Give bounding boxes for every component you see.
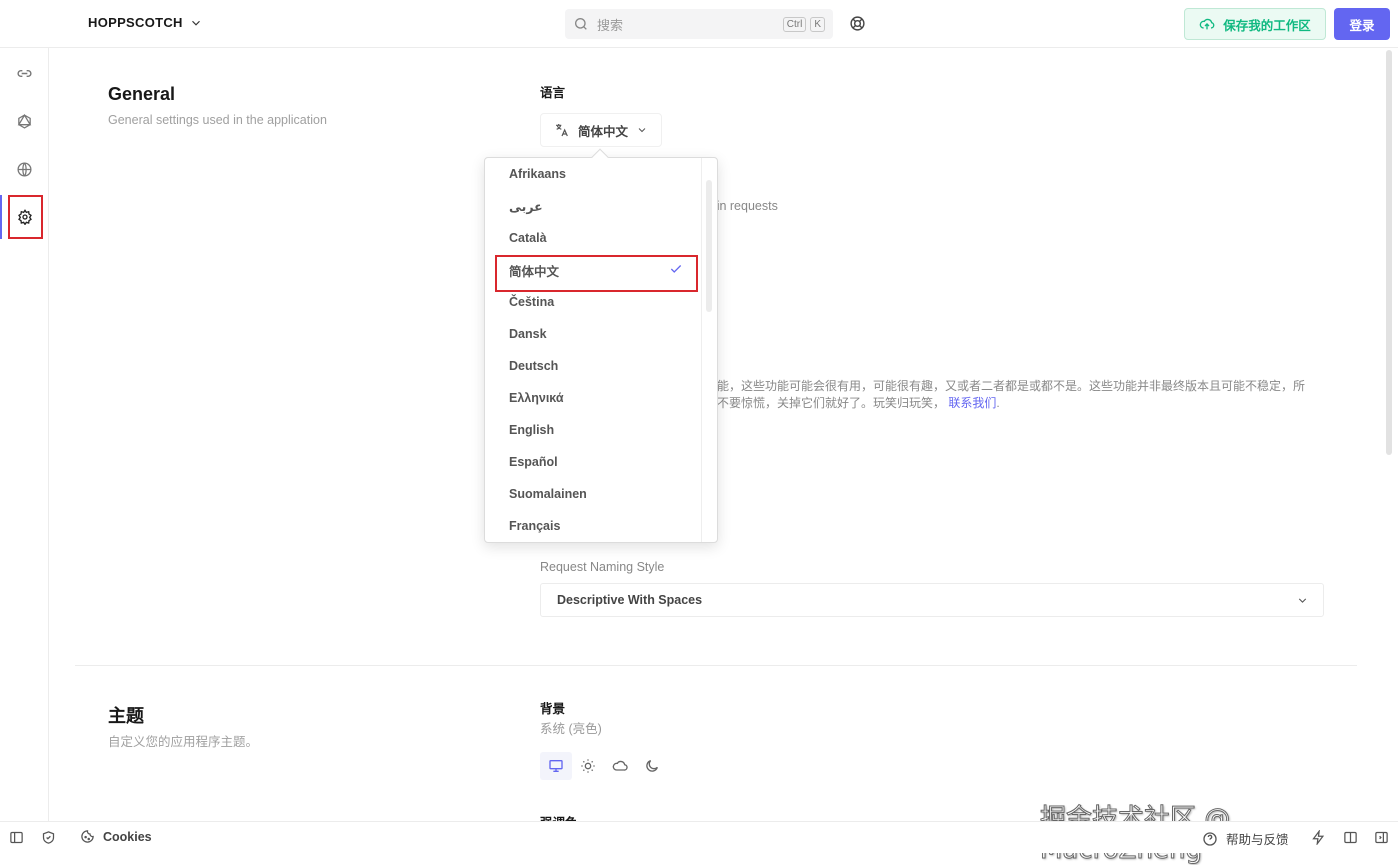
language-option[interactable]: Dansk	[485, 318, 701, 350]
background-label: 背景	[540, 702, 566, 716]
theme-options	[540, 752, 668, 780]
language-option[interactable]: Deutsch	[485, 350, 701, 382]
language-dropdown: Afrikaans عربى Català 简体中文 Čeština Dansk…	[484, 157, 718, 543]
graphql-icon	[17, 113, 32, 129]
lifebuoy-icon	[850, 16, 865, 31]
naming-style-select[interactable]: Descriptive With Spaces	[540, 583, 1324, 617]
kbd-ctrl: Ctrl	[782, 16, 807, 32]
main-scrollbar[interactable]	[1386, 50, 1392, 455]
app-header: HOPPSCOTCH 搜索 Ctrl K 保存我的工作区 登录	[0, 0, 1398, 48]
section-divider	[75, 665, 1357, 666]
language-option[interactable]: Suomalainen	[485, 478, 701, 510]
footer-bar: Cookies 帮助与反馈	[0, 821, 1398, 853]
sidebar-rail	[0, 48, 49, 821]
language-option[interactable]: Català	[485, 222, 701, 254]
shield-check-icon	[42, 831, 55, 844]
shortcuts-button[interactable]	[1311, 828, 1326, 848]
moon-icon	[646, 760, 658, 772]
theme-cloud-button[interactable]	[604, 752, 636, 780]
globe-icon	[17, 161, 32, 177]
general-title: General	[108, 84, 176, 104]
cloud-icon	[612, 760, 628, 771]
toggle-sidebar-button[interactable]	[9, 830, 24, 848]
help-feedback-button[interactable]: 帮助与反馈	[1202, 829, 1289, 848]
experiments-text-line2: ，不要惊慌，关掉它们就好了。玩笑归玩笑，	[705, 396, 946, 410]
settings-content: General General settings used in the app…	[50, 48, 1390, 821]
sidebar-icon	[10, 831, 23, 844]
monitor-icon	[549, 760, 563, 772]
experiments-description: 功能，这些功能可能会很有用，可能很有趣，又或者二者都是或都不是。这些功能并非最终…	[705, 379, 1306, 410]
cookies-button[interactable]: Cookies	[80, 829, 152, 844]
help-label: 帮助与反馈	[1226, 833, 1289, 847]
kbd-k: K	[810, 16, 825, 32]
save-workspace-label: 保存我的工作区	[1223, 18, 1311, 33]
sun-icon	[581, 759, 595, 773]
workspace-selector[interactable]: HOPPSCOTCH	[88, 15, 203, 30]
language-option[interactable]: English	[485, 414, 701, 446]
support-button[interactable]	[849, 15, 866, 35]
experiments-text-line1: 功能，这些功能可能会很有用，可能很有趣，又或者二者都是或都不是。这些功能并非最终…	[705, 379, 1306, 393]
columns-icon	[1344, 831, 1357, 844]
search-input[interactable]: 搜索 Ctrl K	[565, 9, 833, 39]
translate-icon	[555, 124, 568, 137]
language-label: 语言	[540, 86, 566, 100]
language-option[interactable]: Français	[485, 510, 701, 542]
highlight-box-settings	[8, 195, 43, 239]
rail-item-graphql[interactable]	[0, 101, 49, 141]
naming-style-label: Request Naming Style	[540, 560, 665, 574]
theme-light-button[interactable]	[572, 752, 604, 780]
chevron-down-icon	[1298, 598, 1307, 603]
cloud-upload-icon	[1199, 18, 1215, 30]
save-workspace-button[interactable]: 保存我的工作区	[1184, 8, 1326, 40]
zap-icon	[1312, 828, 1325, 847]
login-button[interactable]: 登录	[1334, 8, 1390, 40]
contact-us-link[interactable]: 联系我们	[948, 396, 996, 410]
privacy-button[interactable]	[41, 830, 56, 848]
theme-dark-button[interactable]	[636, 752, 668, 780]
general-description: General settings used in the application	[108, 113, 327, 127]
language-option[interactable]: عربى	[485, 190, 701, 222]
rail-item-realtime[interactable]	[0, 149, 49, 189]
layout-columns-button[interactable]	[1343, 830, 1358, 848]
help-circle-icon	[1203, 831, 1217, 846]
dropdown-scrollbar[interactable]	[706, 180, 712, 312]
highlight-box-selected-language	[495, 255, 698, 292]
naming-style-value: Descriptive With Spaces	[557, 593, 703, 607]
accent-color-label: 强调色	[540, 812, 578, 821]
language-option[interactable]: Afrikaans	[485, 158, 701, 190]
cookies-label: Cookies	[103, 829, 152, 844]
language-option[interactable]: Español	[485, 446, 701, 478]
background-value: 系统 (亮色)	[540, 722, 602, 736]
theme-system-button[interactable]	[540, 752, 572, 780]
rail-item-rest[interactable]	[0, 53, 49, 93]
chevron-down-icon	[191, 20, 200, 26]
search-icon	[575, 18, 587, 30]
toggle-right-panel-button[interactable]	[1374, 830, 1389, 848]
search-placeholder: 搜索	[597, 17, 624, 33]
brand-label: HOPPSCOTCH	[88, 15, 183, 30]
language-value: 简体中文	[577, 124, 628, 139]
language-option[interactable]: Ελληνικά	[485, 382, 701, 414]
language-select[interactable]: 简体中文	[540, 113, 662, 147]
theme-description: 自定义您的应用程序主题。	[108, 735, 259, 749]
dropdown-scroll-track	[701, 158, 702, 542]
chevron-down-icon	[638, 128, 646, 133]
panel-right-icon	[1375, 831, 1388, 844]
cookie-icon	[81, 830, 94, 843]
link-icon	[17, 69, 32, 77]
theme-title: 主题	[108, 706, 144, 726]
